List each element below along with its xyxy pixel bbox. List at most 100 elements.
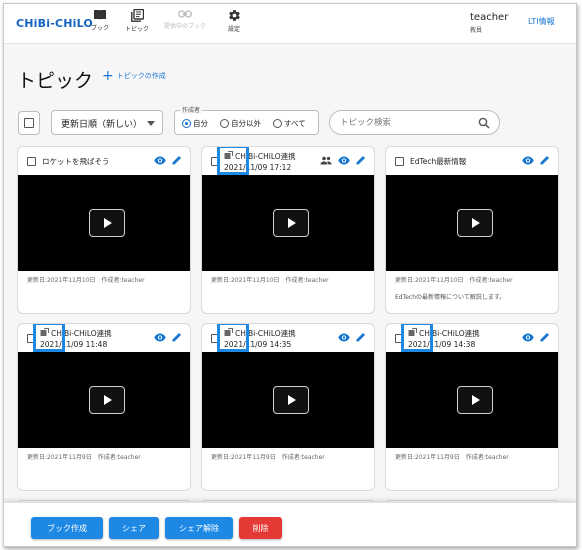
- card-title: EdTech最新情報: [410, 157, 467, 166]
- play-button-icon[interactable]: [273, 209, 309, 237]
- checkbox-box: [24, 118, 34, 128]
- card-meta: 更新日:2021年11月9日 作成者:teacher: [27, 454, 141, 461]
- card-actions: [320, 155, 366, 165]
- people-icon: [320, 156, 332, 164]
- play-button-icon[interactable]: [89, 386, 125, 414]
- card-checkbox[interactable]: [395, 157, 404, 166]
- app-window: CHiBi-CHiLO ブック トピック 提供中のブック 設定 teacher …: [3, 3, 577, 547]
- topic-card[interactable]: CHiBi-CHiLO連携 2021/11/09 14:38 更新日:2021年…: [385, 323, 559, 491]
- author-radio-all[interactable]: すべて: [273, 118, 306, 129]
- create-topic-link[interactable]: + トピックの作成: [102, 68, 166, 84]
- topic-card[interactable]: CHiBi-CHiLO連携 2021/11/09 14:35 更新日:2021年…: [201, 323, 375, 491]
- topic-search: [329, 110, 500, 135]
- create-book-button[interactable]: ブック作成: [31, 517, 103, 539]
- video-player[interactable]: [202, 352, 374, 448]
- pencil-icon[interactable]: [172, 332, 182, 342]
- topic-icon: [130, 9, 144, 22]
- card-actions: [338, 332, 366, 342]
- highlight-box: [401, 324, 433, 352]
- topic-card[interactable]: CHiBi-CHiLO連携 2021/11/09 17:12 更新日:2021年…: [201, 146, 375, 314]
- topic-card[interactable]: EdTech最新情報 更新日:2021年11月10日 作成者:teacher E…: [385, 146, 559, 314]
- card-header: CHiBi-CHiLO連携 2021/11/09 14:38: [386, 324, 558, 352]
- video-player[interactable]: [18, 175, 190, 271]
- author-radio-all-label: すべて: [284, 119, 306, 128]
- author-filter: 作成者 自分 自分以外 すべて: [174, 105, 319, 135]
- sort-select-value: 更新日順（新しい）: [61, 120, 143, 130]
- radio-icon: [220, 119, 229, 128]
- card-description: EdTechの最新情報について解説します。: [395, 294, 506, 301]
- caret-down-icon: [147, 121, 155, 126]
- gear-icon: [228, 10, 240, 21]
- pencil-icon[interactable]: [540, 155, 550, 165]
- highlight-box: [33, 324, 65, 352]
- card-checkbox[interactable]: [27, 157, 36, 166]
- highlight-box: [217, 147, 249, 175]
- eye-icon[interactable]: [338, 333, 350, 342]
- video-player[interactable]: [386, 175, 558, 271]
- delete-button[interactable]: 削除: [239, 517, 282, 539]
- pencil-icon[interactable]: [172, 155, 182, 165]
- pencil-icon[interactable]: [540, 332, 550, 342]
- card-header: ロケットを飛ばそう: [18, 147, 190, 175]
- card-meta: 更新日:2021年11月9日 作成者:teacher: [211, 454, 325, 461]
- card-title: ロケットを飛ばそう: [42, 157, 110, 166]
- book-icon: [94, 10, 106, 20]
- nav-topic[interactable]: トピック: [115, 9, 159, 39]
- lti-info-link[interactable]: LTI情報: [528, 16, 555, 27]
- share-button[interactable]: シェア: [109, 517, 159, 539]
- video-player[interactable]: [202, 175, 374, 271]
- user-role: 教員: [470, 27, 483, 34]
- nav-shared-books-label: 提供中のブック: [163, 23, 206, 30]
- author-radio-mine-label: 自分: [193, 119, 208, 128]
- nav-topic-label: トピック: [124, 26, 149, 33]
- author-radio-others-label: 自分以外: [231, 119, 261, 128]
- card-actions: [522, 155, 550, 165]
- search-icon[interactable]: [478, 117, 490, 129]
- eye-icon[interactable]: [154, 156, 166, 165]
- video-player[interactable]: [386, 352, 558, 448]
- card-meta: 更新日:2021年11月10日 作成者:teacher: [27, 277, 145, 284]
- card-actions: [154, 155, 182, 165]
- play-button-icon[interactable]: [457, 386, 493, 414]
- card-header: CHiBi-CHiLO連携 2021/11/09 14:35: [202, 324, 374, 352]
- eye-icon[interactable]: [522, 156, 534, 165]
- eye-icon[interactable]: [522, 333, 534, 342]
- card-header: CHiBi-CHiLO連携 2021/11/09 17:12: [202, 147, 374, 175]
- topic-card[interactable]: ロケットを飛ばそう 更新日:2021年11月10日 作成者:teacher: [17, 146, 191, 314]
- topic-card[interactable]: CHiBi-CHiLO連携 2021/11/09 11:48 更新日:2021年…: [17, 323, 191, 491]
- author-radio-others[interactable]: 自分以外: [220, 118, 261, 129]
- pencil-icon[interactable]: [356, 332, 366, 342]
- create-topic-label: トピックの作成: [116, 72, 166, 80]
- app-header: CHiBi-CHiLO ブック トピック 提供中のブック 設定 teacher …: [4, 4, 576, 44]
- author-radio-mine[interactable]: 自分: [182, 118, 208, 129]
- eye-icon[interactable]: [154, 333, 166, 342]
- pencil-icon[interactable]: [356, 155, 366, 165]
- plus-icon: +: [102, 68, 114, 84]
- nav-settings-label: 設定: [227, 26, 240, 33]
- play-button-icon[interactable]: [457, 209, 493, 237]
- nav-settings[interactable]: 設定: [212, 9, 256, 39]
- user-name: teacher: [470, 12, 509, 23]
- card-meta: 更新日:2021年11月10日 作成者:teacher: [211, 277, 329, 284]
- nav-shared-books[interactable]: 提供中のブック: [159, 9, 211, 39]
- search-input[interactable]: [340, 116, 470, 130]
- page-title: トピック: [17, 70, 94, 92]
- card-meta: 更新日:2021年11月10日 作成者:teacher: [395, 277, 513, 284]
- card-meta: 更新日:2021年11月9日 作成者:teacher: [395, 454, 509, 461]
- bottom-action-bar: ブック作成 シェア シェア解除 削除: [4, 502, 576, 546]
- card-header: EdTech最新情報: [386, 147, 558, 175]
- eye-icon[interactable]: [338, 156, 350, 165]
- radio-selected-icon: [182, 119, 191, 128]
- sort-select[interactable]: 更新日順（新しい）: [51, 110, 163, 135]
- select-all-checkbox[interactable]: [18, 111, 40, 135]
- video-player[interactable]: [18, 352, 190, 448]
- card-header: CHiBi-CHiLO連携 2021/11/09 11:48: [18, 324, 190, 352]
- card-actions: [154, 332, 182, 342]
- author-filter-legend: 作成者: [180, 105, 203, 114]
- radio-icon: [273, 119, 282, 128]
- card-actions: [522, 332, 550, 342]
- unshare-button[interactable]: シェア解除: [165, 517, 233, 539]
- play-button-icon[interactable]: [89, 209, 125, 237]
- play-button-icon[interactable]: [273, 386, 309, 414]
- highlight-box: [217, 324, 249, 352]
